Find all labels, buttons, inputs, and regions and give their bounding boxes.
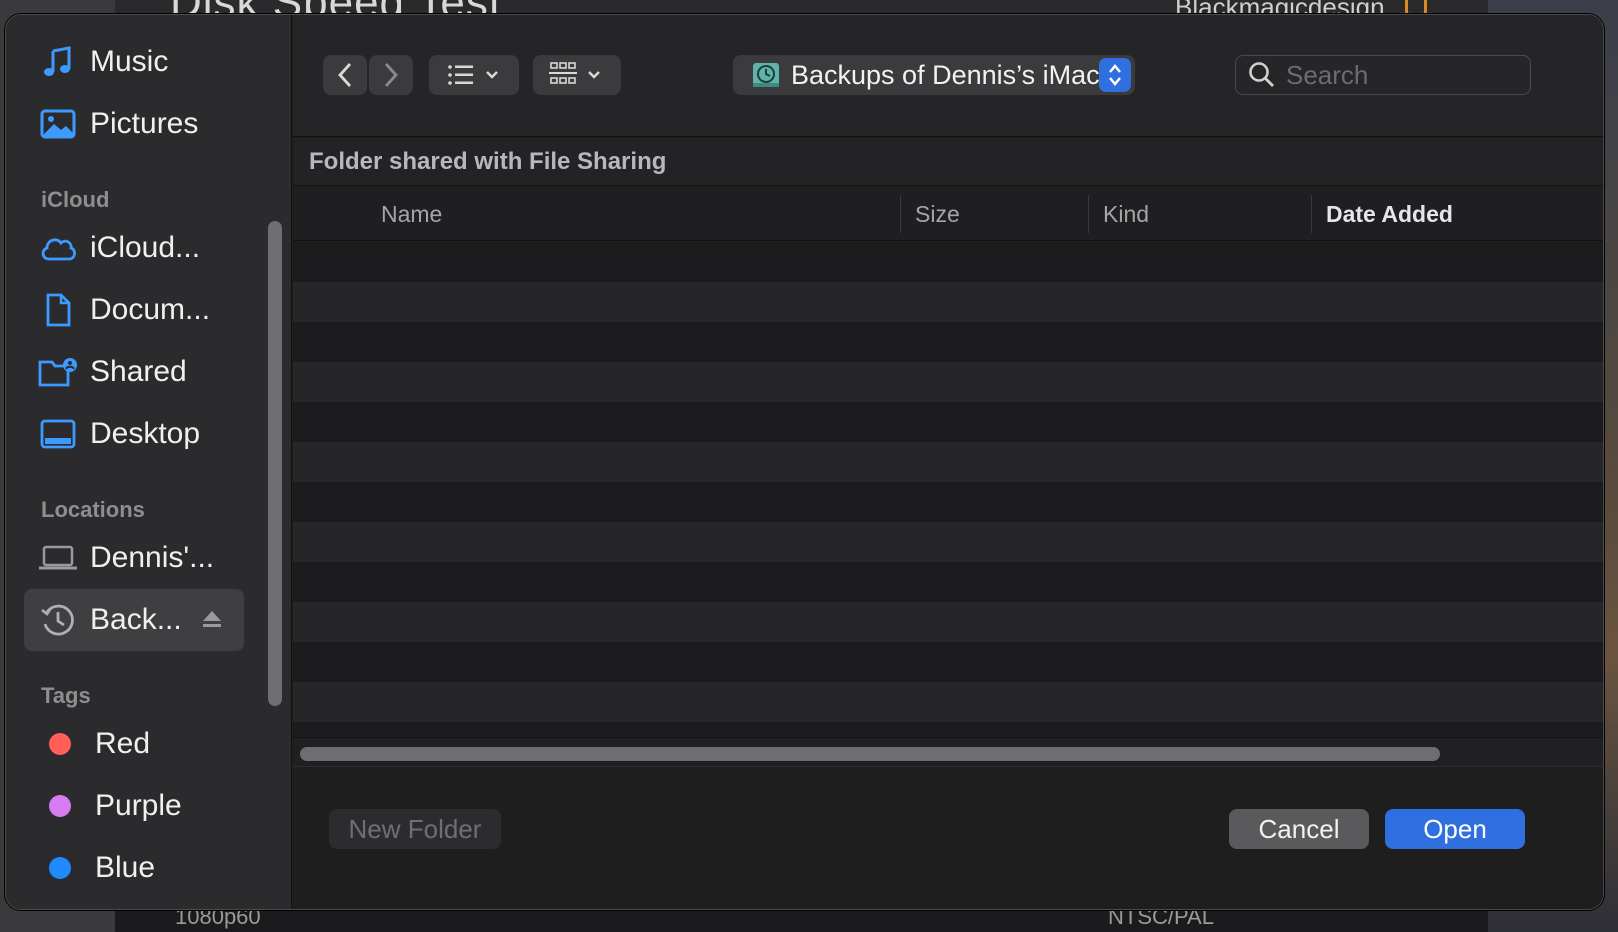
column-header-name[interactable]: Name bbox=[381, 187, 442, 241]
open-file-dialog: Music Pictures iCloud iCloud... Docum... bbox=[5, 14, 1604, 910]
sidebar-item-backups[interactable]: Back... bbox=[24, 589, 244, 651]
column-separator[interactable] bbox=[1088, 195, 1089, 233]
pictures-icon bbox=[38, 104, 78, 144]
sidebar-scrollbar[interactable] bbox=[268, 221, 282, 706]
sidebar-item-label: Purple bbox=[95, 789, 182, 822]
sidebar-item-label: Music bbox=[90, 45, 169, 78]
list-row-empty bbox=[293, 442, 1603, 482]
column-separator[interactable] bbox=[1311, 195, 1312, 233]
group-view-dropdown[interactable] bbox=[533, 55, 621, 95]
chevron-left-icon bbox=[338, 63, 352, 87]
desktop-icon bbox=[38, 414, 78, 454]
new-folder-button[interactable]: New Folder bbox=[329, 809, 501, 849]
path-popup-button[interactable]: Backups of Dennis’s iMac bbox=[733, 55, 1135, 95]
column-header-date-added[interactable]: Date Added bbox=[1326, 187, 1453, 241]
sidebar-section-icloud: iCloud bbox=[41, 187, 110, 212]
time-machine-icon bbox=[38, 600, 78, 640]
sidebar-item-tag-blue[interactable]: Blue bbox=[24, 837, 244, 899]
toolbar: Backups of Dennis’s iMac Search bbox=[293, 15, 1603, 137]
sidebar-item-icloud-drive[interactable]: iCloud... bbox=[24, 217, 244, 279]
sidebar-item-label: Red bbox=[95, 727, 151, 760]
column-header-bar: Name Size Kind Date Added bbox=[293, 187, 1603, 241]
horizontal-scrollbar-thumb[interactable] bbox=[300, 747, 1440, 761]
search-input[interactable]: Search bbox=[1286, 60, 1368, 91]
folder-description-text: Folder shared with File Sharing bbox=[309, 147, 667, 175]
list-row-empty bbox=[293, 242, 1603, 282]
sidebar-item-label: Pictures bbox=[90, 107, 199, 140]
list-view-icon bbox=[448, 65, 498, 85]
red-tag-dot-icon bbox=[49, 733, 71, 755]
up-down-chevron-icon bbox=[1099, 58, 1131, 92]
sidebar-item-dennis-mac[interactable]: Dennis'... bbox=[24, 527, 244, 589]
sidebar-item-tag-red[interactable]: Red bbox=[24, 713, 244, 775]
list-row-empty bbox=[293, 282, 1603, 322]
list-row-empty bbox=[293, 362, 1603, 402]
list-row-empty bbox=[293, 682, 1603, 722]
sidebar-item-tag-purple[interactable]: Purple bbox=[24, 775, 244, 837]
sidebar-item-desktop[interactable]: Desktop bbox=[24, 403, 244, 465]
list-row-empty bbox=[293, 402, 1603, 442]
search-field[interactable]: Search bbox=[1235, 55, 1531, 95]
purple-tag-dot-icon bbox=[49, 795, 71, 817]
list-row-empty bbox=[293, 642, 1603, 682]
main-browser: Backups of Dennis’s iMac Search Folder s… bbox=[293, 15, 1603, 909]
list-row-empty bbox=[293, 602, 1603, 642]
sidebar-item-label: Blue bbox=[95, 851, 156, 884]
dialog-footer: New Folder Cancel Open bbox=[293, 767, 1603, 909]
open-button[interactable]: Open bbox=[1385, 809, 1525, 849]
sidebar-item-label: Docum... bbox=[90, 293, 211, 326]
sidebar-item-label: Desktop bbox=[90, 417, 201, 450]
eject-icon[interactable] bbox=[202, 609, 222, 634]
sidebar-item-music[interactable]: Music bbox=[24, 31, 244, 93]
forward-button[interactable] bbox=[369, 55, 413, 95]
list-row-empty bbox=[293, 562, 1603, 602]
document-icon bbox=[38, 290, 78, 330]
horizontal-scrollbar[interactable] bbox=[293, 737, 1603, 767]
sidebar-section-tags: Tags bbox=[41, 683, 91, 708]
blue-tag-dot-icon bbox=[49, 857, 71, 879]
list-row-empty bbox=[293, 322, 1603, 362]
back-button[interactable] bbox=[323, 55, 367, 95]
path-popup-label: Backups of Dennis’s iMac bbox=[791, 59, 1100, 90]
sidebar-item-shared[interactable]: Shared bbox=[24, 341, 244, 403]
time-machine-drive-icon bbox=[751, 60, 781, 90]
sidebar-item-pictures[interactable]: Pictures bbox=[24, 93, 244, 155]
sidebar-section-locations: Locations bbox=[41, 497, 145, 522]
column-separator[interactable] bbox=[900, 195, 901, 233]
grid-view-icon bbox=[549, 62, 600, 84]
sidebar-item-documents[interactable]: Docum... bbox=[24, 279, 244, 341]
sidebar-item-label: iCloud... bbox=[90, 231, 201, 264]
search-icon bbox=[1248, 61, 1276, 89]
sidebar-item-label: Back... bbox=[90, 603, 182, 636]
column-header-kind[interactable]: Kind bbox=[1103, 187, 1149, 241]
list-row-empty bbox=[293, 482, 1603, 522]
cloud-icon bbox=[38, 228, 78, 268]
chevron-right-icon bbox=[384, 63, 398, 87]
view-list-dropdown[interactable] bbox=[429, 55, 519, 95]
folder-description: Folder shared with File Sharing bbox=[293, 138, 1603, 186]
laptop-icon bbox=[38, 538, 78, 578]
column-header-size[interactable]: Size bbox=[915, 187, 960, 241]
list-row-empty bbox=[293, 522, 1603, 562]
shared-folder-icon bbox=[38, 352, 78, 392]
sidebar: Music Pictures iCloud iCloud... Docum... bbox=[6, 15, 292, 909]
cancel-button[interactable]: Cancel bbox=[1229, 809, 1369, 849]
file-list[interactable] bbox=[293, 242, 1603, 762]
music-note-icon bbox=[38, 42, 78, 82]
sidebar-item-label: Dennis'... bbox=[90, 541, 215, 574]
sidebar-item-label: Shared bbox=[90, 355, 187, 388]
